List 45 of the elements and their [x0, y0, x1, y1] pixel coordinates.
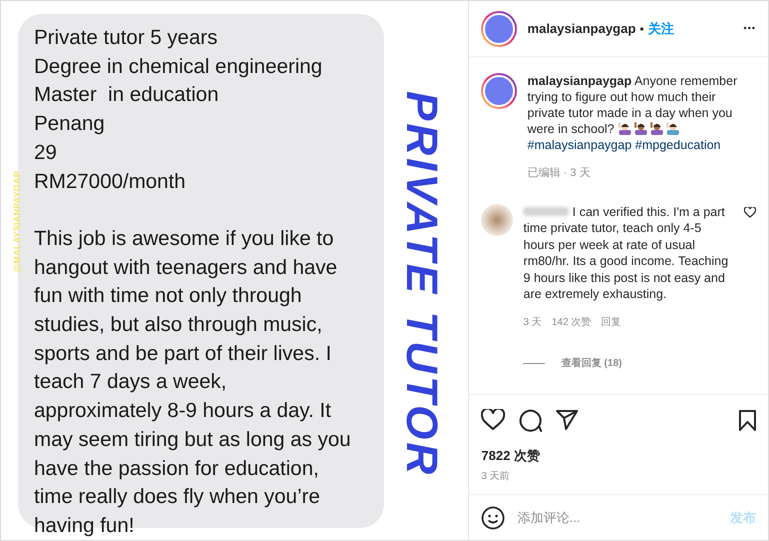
hashtag-link[interactable]: #malaysianpaygap	[527, 138, 632, 152]
caption-text: malaysianpaygap Anyone remember trying to figure out how much their private tutor made in a day when you were in school? #malaysianpaygap #mpgeducation	[527, 73, 738, 153]
bookmark-icon[interactable]	[739, 410, 756, 430]
message-line: approximately 8-9 hours a day. It	[34, 398, 332, 424]
message-line: Degree in chemical engineering	[34, 54, 324, 80]
message-line: Penang	[34, 111, 106, 138]
more-button[interactable]: •••	[744, 22, 756, 36]
heart-icon[interactable]	[481, 409, 506, 431]
message-line: hangout with teenagers and have	[34, 254, 338, 281]
message-line: sports and be part of their lives. I	[34, 340, 332, 367]
raised-hand-emoji-icon	[618, 121, 632, 135]
title-text: PRIVATE TUTOR	[397, 91, 445, 478]
message-line: have the passion for education,	[34, 456, 320, 482]
avatar-icon[interactable]	[481, 10, 518, 46]
message-line: Private tutor 5 years	[34, 25, 218, 51]
message-line: time really does fly when you’re	[34, 484, 321, 510]
message-line: RM27000/month	[34, 168, 187, 195]
heart-icon[interactable]	[744, 206, 756, 218]
message-line: Master in education	[34, 82, 220, 108]
comment-icon[interactable]	[519, 408, 542, 432]
emoji-icon[interactable]	[481, 506, 506, 530]
raised-hand-emoji-icon	[634, 121, 648, 135]
message-line: having fun!	[34, 512, 136, 539]
raised-hand-emoji-icon	[666, 121, 680, 135]
message-line: studies, but also through music,	[34, 312, 324, 338]
avatar-icon[interactable]	[481, 73, 518, 109]
message-line: may seem tiring but as long as you	[34, 426, 352, 453]
like-count[interactable]: 7822 次赞	[481, 446, 756, 465]
comment-text: I can verified this. I'm a part time private tutor, teach only 4-5 hours per week at rate of usual rm80/hr. Its a good income. Teaching 9 hours like this post is not easy and are extremely exhausting.	[523, 204, 730, 302]
raised-hand-emoji-icon	[650, 121, 664, 135]
post-time: 3 天前	[481, 470, 511, 484]
comment-time: 3 天	[523, 316, 542, 330]
message-line: 29	[34, 140, 58, 166]
avatar-icon[interactable]	[481, 204, 514, 236]
username-link[interactable]: malaysianpaygap	[527, 74, 632, 88]
comment-field[interactable]: 添加评论...	[517, 508, 718, 528]
username-link[interactable]: malaysianpaygap	[527, 18, 636, 38]
hashtag-link[interactable]: #mpgeducation	[635, 138, 721, 152]
message-line: fun with time not only through	[34, 283, 303, 310]
side-tag: @MALAYSIANPAYGAP	[11, 171, 24, 273]
edited-time: 已编辑 · 3 天	[527, 166, 592, 181]
separator-dot: •	[640, 20, 644, 38]
message-line: teach 7 days a week,	[34, 369, 228, 396]
message-line: This job is awesome if you like to	[34, 226, 335, 252]
send-icon[interactable]	[556, 410, 578, 430]
